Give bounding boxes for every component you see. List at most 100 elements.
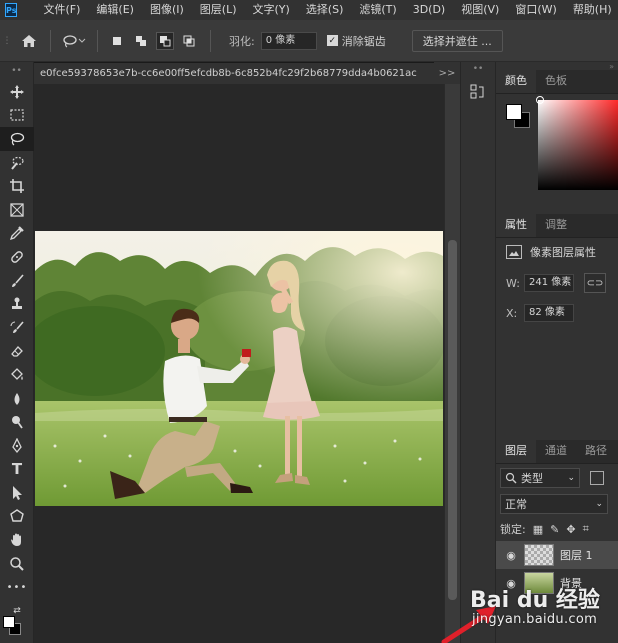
- tab-properties[interactable]: 属性: [496, 213, 536, 237]
- tab-adjustments[interactable]: 调整: [536, 213, 576, 237]
- crop-tool-icon[interactable]: [0, 174, 34, 198]
- photo-canvas[interactable]: [35, 231, 443, 506]
- tab-channels[interactable]: 通道: [536, 439, 576, 463]
- dock-grip-icon[interactable]: ••: [461, 62, 495, 76]
- brush-tool-icon[interactable]: [0, 269, 34, 293]
- shape-tool-icon[interactable]: [0, 505, 34, 529]
- history-panel-icon[interactable]: [467, 82, 489, 102]
- blend-mode-value: 正常: [505, 498, 527, 511]
- separator: [97, 29, 98, 52]
- menu-file[interactable]: 文件(F): [35, 0, 88, 20]
- vertical-scrollbar[interactable]: [444, 84, 460, 643]
- tab-color[interactable]: 颜色: [496, 69, 536, 93]
- layer-filter-label: 类型: [521, 472, 543, 485]
- quick-selection-tool-icon[interactable]: [0, 151, 34, 175]
- layer-filter-select[interactable]: 类型 ⌄: [500, 468, 580, 488]
- blur-tool-icon[interactable]: [0, 387, 34, 411]
- pixel-layer-icon: [506, 245, 522, 259]
- menu-select[interactable]: 选择(S): [298, 0, 352, 20]
- mini-panel-dock: ••: [460, 62, 496, 643]
- blend-mode-select[interactable]: 正常 ⌄: [500, 494, 608, 514]
- search-icon: [505, 472, 517, 484]
- more-tools-icon[interactable]: •••: [0, 575, 34, 599]
- toolbar-grip-icon[interactable]: ••: [0, 62, 33, 80]
- layer-name: 图层 1: [560, 549, 593, 562]
- options-bar: ⋮ 羽化: 0 像素 ✓ 消除锯齿 选择并遮住 ...: [0, 20, 618, 62]
- pen-tool-icon[interactable]: [0, 434, 34, 458]
- color-panel: 颜色 色板: [496, 69, 618, 210]
- menu-filter[interactable]: 滤镜(T): [351, 0, 404, 20]
- eraser-tool-icon[interactable]: [0, 340, 34, 364]
- layer-row[interactable]: ◉ 图层 1: [496, 541, 618, 569]
- photoshop-logo: Ps: [5, 3, 18, 17]
- lasso-tool-icon[interactable]: [0, 127, 34, 151]
- link-icon[interactable]: ⊂⊃: [584, 273, 606, 293]
- menu-window[interactable]: 窗口(W): [507, 0, 564, 20]
- panel-collapse-icon[interactable]: >>: [434, 62, 460, 84]
- new-selection-icon[interactable]: [108, 32, 126, 50]
- antialias-label: 消除锯齿: [341, 34, 386, 48]
- history-brush-tool-icon[interactable]: [0, 316, 34, 340]
- hand-tool-icon[interactable]: [0, 528, 34, 552]
- menu-type[interactable]: 文字(Y): [245, 0, 298, 20]
- lock-artboard-icon[interactable]: ⌗: [583, 522, 589, 536]
- eye-icon[interactable]: ◉: [504, 577, 518, 590]
- menu-help[interactable]: 帮助(H): [565, 0, 618, 20]
- antialias-checkbox[interactable]: ✓: [326, 35, 338, 46]
- panel-foreground-color[interactable]: [506, 104, 522, 120]
- home-icon[interactable]: [16, 34, 42, 48]
- chevron-down-icon: ⌄: [567, 473, 575, 483]
- clone-stamp-tool-icon[interactable]: [0, 292, 34, 316]
- menu-image[interactable]: 图像(I): [142, 0, 192, 20]
- frame-tool-icon[interactable]: [0, 198, 34, 222]
- intersect-selection-icon[interactable]: [180, 32, 198, 50]
- marquee-tool-icon[interactable]: [0, 104, 34, 128]
- color-swatches[interactable]: [3, 616, 33, 643]
- path-selection-tool-icon[interactable]: [0, 481, 34, 505]
- layer-row[interactable]: ◉ 背景: [496, 569, 618, 597]
- add-to-selection-icon[interactable]: [132, 32, 150, 50]
- tab-paths[interactable]: 路径: [576, 439, 616, 463]
- document-tab[interactable]: e0fce59378653e7b-cc6e00ff5efcdb8b-6c852b…: [34, 62, 434, 84]
- feather-input[interactable]: 0 像素: [260, 31, 317, 50]
- menu-edit[interactable]: 编辑(E): [88, 0, 142, 20]
- x-input[interactable]: 82 像素: [524, 304, 574, 322]
- x-label: X:: [506, 306, 518, 320]
- subtract-from-selection-icon[interactable]: [156, 31, 174, 50]
- foreground-color[interactable]: [3, 616, 15, 628]
- layer-thumbnail: [524, 572, 554, 594]
- color-picker-cursor[interactable]: [536, 96, 544, 104]
- lock-transparent-icon[interactable]: ▦: [533, 523, 543, 536]
- tab-swatches[interactable]: 色板: [536, 69, 576, 93]
- tools-panel: •• T ••• ⇄: [0, 62, 34, 643]
- photo-image: [35, 231, 443, 506]
- separator: [210, 29, 211, 52]
- zoom-tool-icon[interactable]: [0, 552, 34, 576]
- move-tool-icon[interactable]: [0, 80, 34, 104]
- menu-view[interactable]: 视图(V): [453, 0, 507, 20]
- right-panels: » 颜色 色板 属性 调整 像素图层属性 W: 241 像素 ⊂⊃ X: 82 …: [496, 62, 618, 643]
- lock-position-icon[interactable]: ✥: [566, 523, 575, 536]
- paint-bucket-tool-icon[interactable]: [0, 363, 34, 387]
- menu-bar: Ps 文件(F) 编辑(E) 图像(I) 图层(L) 文字(Y) 选择(S) 滤…: [0, 0, 618, 20]
- type-tool-icon[interactable]: T: [0, 458, 34, 482]
- width-input[interactable]: 241 像素: [524, 274, 574, 292]
- lasso-preset-icon[interactable]: [59, 34, 89, 48]
- options-grip-icon[interactable]: ⋮: [2, 36, 12, 46]
- menu-3d[interactable]: 3D(D): [405, 0, 454, 20]
- scrollbar-thumb[interactable]: [448, 240, 457, 600]
- eye-icon[interactable]: ◉: [504, 549, 518, 562]
- image-filter-icon[interactable]: [590, 471, 604, 485]
- layers-panel: 图层 通道 路径 类型 ⌄ 正常 ⌄ 锁定: ▦ ✎ ✥ ⌗ ◉ 图层 1 ◉ …: [496, 439, 618, 643]
- lock-brush-icon[interactable]: ✎: [550, 523, 559, 536]
- menu-layer[interactable]: 图层(L): [192, 0, 245, 20]
- separator: [50, 29, 51, 52]
- color-field[interactable]: [538, 100, 618, 190]
- tab-layers[interactable]: 图层: [496, 439, 536, 463]
- eyedropper-tool-icon[interactable]: [0, 222, 34, 246]
- feather-label: 羽化:: [229, 34, 255, 48]
- select-and-mask-button[interactable]: 选择并遮住 ...: [411, 29, 503, 52]
- color-picker: [496, 94, 618, 210]
- dodge-tool-icon[interactable]: [0, 410, 34, 434]
- healing-brush-tool-icon[interactable]: [0, 245, 34, 269]
